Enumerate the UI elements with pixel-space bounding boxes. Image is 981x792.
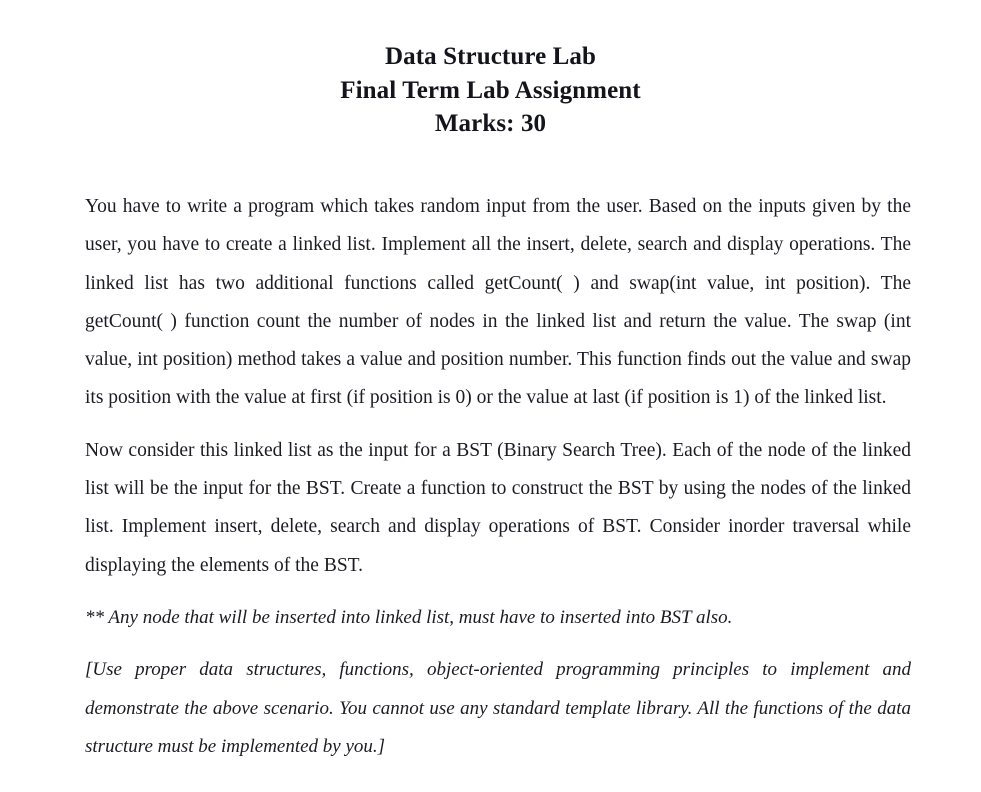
- document-body: You have to write a program which takes …: [85, 188, 911, 766]
- document-page: Data Structure Lab Final Term Lab Assign…: [0, 0, 981, 792]
- paragraph-instructions-bracketed: [Use proper data structures, functions, …: [85, 659, 911, 757]
- paragraph-bst-requirements: Now consider this linked list as the inp…: [85, 439, 911, 576]
- paragraph-linked-list-requirements: You have to write a program which takes …: [85, 196, 911, 409]
- paragraph-note-insert-into-bst: ** Any node that will be inserted into l…: [85, 606, 733, 628]
- document-heading: Data Structure Lab Final Term Lab Assign…: [0, 40, 981, 141]
- heading-line-subtitle: Final Term Lab Assignment: [340, 76, 641, 104]
- heading-line-title: Data Structure Lab: [384, 43, 597, 70]
- heading-line-marks: Marks: 30: [434, 110, 547, 137]
